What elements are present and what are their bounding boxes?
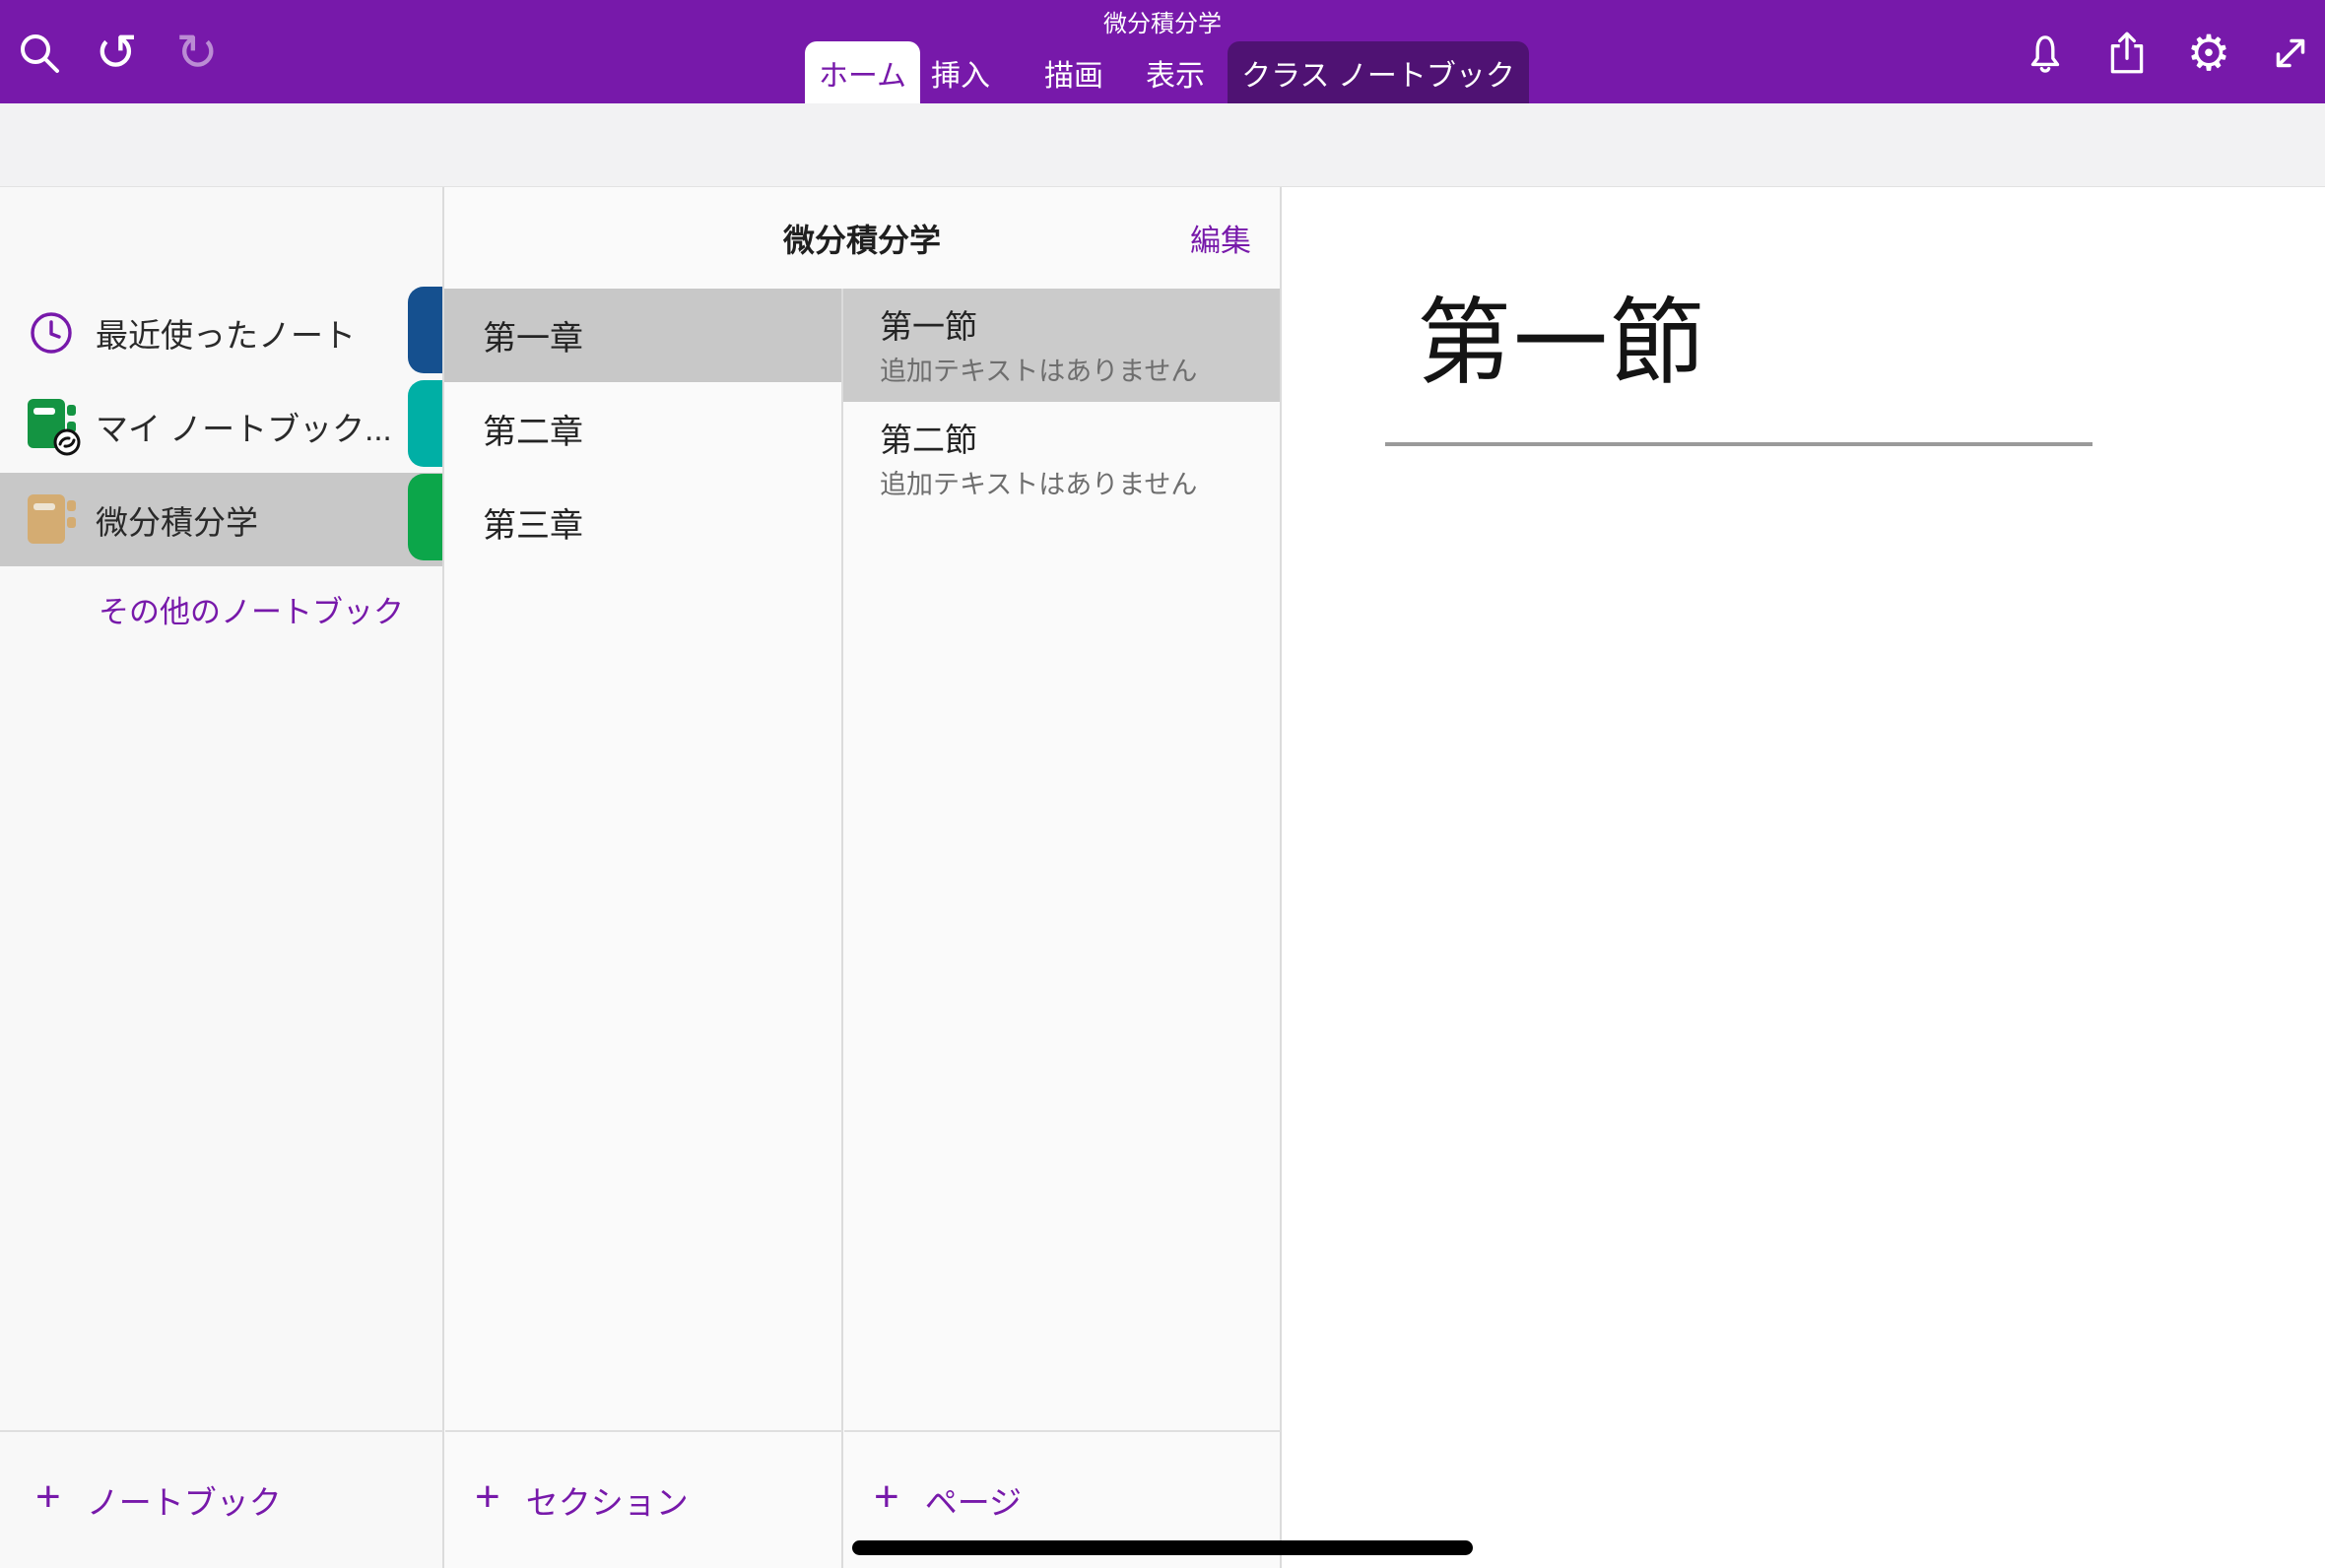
tab-home-label: ホーム (819, 51, 906, 95)
tab-insert-label: 挿入 (931, 51, 990, 95)
plus-icon: + (35, 1475, 61, 1519)
add-notebook-label: ノートブック (87, 1476, 282, 1524)
tab-insert[interactable]: 挿入 (916, 41, 1005, 103)
gear-icon: ⚙ (2187, 29, 2231, 78)
page-content-title[interactable]: 第一節 (1417, 266, 1706, 403)
sidebar-item-label: 微分積分学 (96, 496, 258, 544)
sidebar-item-calculus[interactable]: 微分積分学 (0, 473, 443, 566)
sidebar-item-label: マイ ノートブック... (96, 403, 392, 450)
tab-home[interactable]: ホーム (805, 41, 920, 103)
plus-icon: + (475, 1475, 500, 1519)
add-section-button[interactable]: + セクション (445, 1430, 842, 1568)
section-label: 第一章 (483, 311, 583, 359)
formatting-toolbar: Yu Gothic 20 B I U abc A (0, 103, 2325, 187)
section-row-chapter3[interactable]: 第三章 (443, 476, 842, 569)
tab-view-label: 表示 (1146, 51, 1205, 95)
search-icon (14, 28, 65, 79)
plus-icon: + (874, 1475, 899, 1519)
tab-class-notebook-label: クラス ノートブック (1241, 51, 1515, 95)
settings-button[interactable]: ⚙ (2179, 24, 2238, 83)
notebook-icon-green (26, 397, 83, 456)
share-icon (2102, 29, 2152, 78)
sidebar-item-recent-notes[interactable]: 最近使ったノート (0, 286, 443, 379)
section-label: 第三章 (483, 498, 583, 547)
section-row-chapter2[interactable]: 第二章 (443, 382, 842, 476)
page-subtitle: 追加テキストはありません (880, 350, 1197, 388)
home-indicator[interactable] (852, 1540, 1473, 1555)
page-row-section1[interactable]: 第一節 追加テキストはありません (842, 289, 1281, 402)
add-notebook-button[interactable]: + ノートブック (0, 1430, 443, 1568)
bell-icon (2021, 29, 2070, 78)
notebook-tab-green (408, 474, 443, 560)
notebook-icon-tan (26, 492, 83, 548)
tab-class-notebook[interactable]: クラス ノートブック (1228, 41, 1529, 103)
tab-draw-label: 描画 (1044, 51, 1103, 95)
window-title: 微分積分学 (0, 4, 2325, 38)
section-label: 第二章 (483, 405, 583, 453)
notebook-tab-blue (408, 287, 443, 373)
notebook-title: 微分積分学 (443, 187, 1281, 289)
edit-button[interactable]: 編集 (1190, 187, 1251, 289)
expand-diagonal-icon (2266, 29, 2315, 78)
top-app-bar: 微分積分学 ↺ ↻ ホーム 挿入 描画 表示 クラス (0, 0, 2325, 103)
divider-sections-pages (841, 289, 843, 1568)
redo-button[interactable]: ↻ (167, 24, 227, 83)
redo-icon: ↻ (175, 28, 219, 79)
section-row-chapter1[interactable]: 第一章 (443, 289, 842, 382)
tab-view[interactable]: 表示 (1131, 41, 1220, 103)
clock-icon (28, 309, 75, 357)
page-title-underline (1385, 442, 2092, 446)
undo-icon: ↺ (95, 28, 138, 79)
sidebar-item-label: 最近使ったノート (96, 309, 356, 357)
undo-button[interactable]: ↺ (87, 24, 146, 83)
notebook-tab-teal (408, 380, 443, 467)
divider-sidebar-sections (442, 187, 444, 1568)
more-notebooks-link[interactable]: その他のノートブック (99, 587, 404, 631)
tab-draw[interactable]: 描画 (1030, 41, 1118, 103)
search-button[interactable] (10, 24, 69, 83)
add-page-label: ページ (925, 1476, 1022, 1524)
share-button[interactable] (2097, 24, 2157, 83)
sidebar-item-my-notebook[interactable]: マイ ノートブック... (0, 379, 443, 473)
page-title: 第二節 (880, 414, 977, 461)
page-row-section2[interactable]: 第二節 追加テキストはありません (842, 402, 1281, 515)
onenote-app-window: 微分積分学 ↺ ↻ ホーム 挿入 描画 表示 クラス (0, 0, 2325, 1568)
notifications-button[interactable] (2016, 24, 2075, 83)
page-subtitle: 追加テキストはありません (880, 463, 1197, 501)
add-section-label: セクション (526, 1476, 689, 1524)
notebook-panel-header: 微分積分学 編集 (443, 187, 1281, 289)
resize-window-button[interactable] (2261, 24, 2320, 83)
page-title: 第一節 (880, 300, 977, 348)
divider-pages-content (1280, 187, 1282, 1568)
